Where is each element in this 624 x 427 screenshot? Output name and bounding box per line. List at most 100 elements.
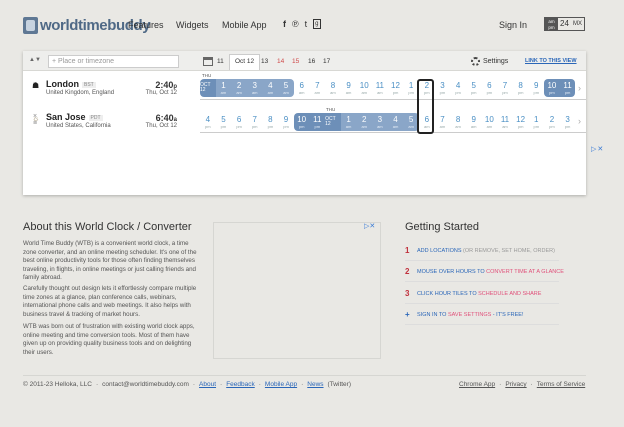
hour-meridiem: am	[298, 89, 305, 95]
calendar-icon[interactable]	[203, 57, 213, 66]
hour-cell[interactable]: 10 pm	[544, 79, 560, 97]
hour-meridiem: am	[439, 123, 446, 129]
hour-cell[interactable]: 9 pm	[528, 79, 544, 97]
day-tab[interactable]: 11	[217, 58, 224, 65]
link-to-view[interactable]: LINK TO THIS VIEW	[525, 58, 577, 64]
sort-icon[interactable]: ▲▼	[29, 57, 41, 63]
hour-meridiem: am	[361, 123, 367, 129]
hour-cell[interactable]: 11 am	[497, 113, 513, 131]
hour-cell[interactable]: 8 am	[450, 113, 466, 131]
day-tab[interactable]: 17	[323, 58, 330, 65]
pinterest-icon[interactable]: ℗	[292, 19, 299, 29]
hour-cell[interactable]: 7 am	[309, 79, 325, 97]
hour-cell[interactable]: 7 am	[435, 113, 451, 131]
hour-number: 7	[440, 114, 445, 124]
hour-number: 12	[516, 114, 526, 124]
about-paragraph: WTB was born out of frustration with exi…	[23, 323, 195, 356]
hour-meridiem: am	[408, 123, 414, 129]
about-paragraph: Carefully thought out design lets it eff…	[23, 285, 197, 318]
hour-cell[interactable]: 2 pm	[544, 113, 560, 131]
nav-features[interactable]: Features	[128, 20, 164, 30]
hour-cell[interactable]: 4 am	[387, 113, 404, 131]
hour-meridiem: pm	[533, 89, 540, 95]
hour-cell[interactable]: 5 pm	[466, 79, 482, 97]
hour-cell[interactable]: 9 am	[341, 79, 357, 97]
getting-started-item[interactable]: 2 Mouse over hours to convert time at a …	[405, 267, 564, 276]
hour-cell[interactable]: 1 am	[215, 79, 232, 97]
hour-cell[interactable]: 4 am	[262, 79, 279, 97]
contact-email[interactable]: contact@worldtimebuddy.com	[102, 381, 189, 388]
hour-cell[interactable]: 8 am	[325, 79, 341, 97]
hour-cell[interactable]: 6 pm	[482, 79, 498, 97]
day-tab-selected[interactable]: Oct 12	[229, 54, 261, 70]
day-tab[interactable]: 15	[292, 58, 299, 65]
hour-cell[interactable]: 6 pm	[231, 113, 247, 131]
hour-cell[interactable]: 8 pm	[263, 113, 279, 131]
footer-about-link[interactable]: About	[199, 381, 216, 388]
hour-number: 1	[408, 80, 414, 90]
day-tab[interactable]: 14	[277, 58, 284, 65]
facebook-icon[interactable]: f	[283, 19, 286, 29]
hour-cell[interactable]: 9 pm	[278, 113, 294, 131]
footer-chrome-link[interactable]: Chrome App	[459, 381, 495, 388]
hour-cell[interactable]: 1 pm	[528, 113, 544, 131]
chevron-right-icon[interactable]: ›	[578, 116, 581, 126]
hour-cell[interactable]: 10 pm	[293, 113, 310, 131]
hour-strip: OCT 12 1 am 2 am 3 am 4 am 5 am 6 am 7 am 8 am 9 am 10 am 11 a…	[200, 79, 576, 97]
hour-number: 11	[563, 80, 572, 90]
google-plus-icon[interactable]: g	[313, 19, 321, 29]
footer-news-link[interactable]: News	[307, 381, 323, 388]
hour-cell[interactable]: 3 am	[372, 113, 388, 131]
getting-started-item[interactable]: 3 Click hour tiles to schedule and share	[405, 289, 541, 298]
hour-cell[interactable]: 11 pm	[309, 113, 326, 131]
format-ampm-button[interactable]: am pm	[545, 18, 558, 30]
hour-cell[interactable]: 4 pm	[200, 113, 216, 131]
footer-tos-link[interactable]: Terms of Service	[537, 381, 585, 388]
day-tab[interactable]: 13	[261, 58, 268, 65]
footer-privacy-link[interactable]: Privacy	[505, 381, 526, 388]
hour-cell[interactable]: 4 pm	[450, 79, 466, 97]
settings-button[interactable]: Settings	[471, 57, 508, 66]
hour-cell[interactable]: 7 pm	[247, 113, 263, 131]
place-input[interactable]: + Place or timezone	[48, 55, 179, 68]
format-24-button[interactable]: 24	[558, 18, 571, 30]
hour-cell[interactable]: OCT 12	[325, 113, 341, 131]
hour-cell[interactable]: 5 pm	[216, 113, 232, 131]
footer-feedback-link[interactable]: Feedback	[226, 381, 255, 388]
hour-cell[interactable]: OCT 12	[200, 79, 216, 97]
hour-cell[interactable]: 11 pm	[559, 79, 576, 97]
getting-started-item[interactable]: + Sign in to save settings - it's free!	[405, 310, 524, 319]
current-time: 6:40a	[155, 113, 177, 123]
hour-cell[interactable]: 7 pm	[497, 79, 513, 97]
day-tab[interactable]: 16	[308, 58, 315, 65]
nav-widgets[interactable]: Widgets	[176, 20, 209, 30]
hour-cell[interactable]: 12 pm	[513, 113, 529, 131]
hour-cell[interactable]: 9 am	[466, 113, 482, 131]
twitter-icon[interactable]: t	[305, 19, 308, 29]
about-paragraph: World Time Buddy (WTB) is a convenient w…	[23, 240, 197, 281]
ad-choices-icon[interactable]: ▷✕	[591, 145, 604, 153]
footer-mobile-link[interactable]: Mobile App	[265, 381, 297, 388]
hour-meridiem: pm	[205, 123, 211, 129]
footer-twitter-link[interactable]: (Twitter)	[328, 381, 351, 388]
hour-cell[interactable]: 12 pm	[388, 79, 404, 97]
chevron-right-icon[interactable]: ›	[578, 83, 581, 93]
hour-cell[interactable]: 8 pm	[513, 79, 529, 97]
hour-cell[interactable]: 1 am	[340, 113, 357, 131]
format-mx-button[interactable]: MX	[571, 18, 584, 30]
getting-started-item[interactable]: 1 Add locations (or remove, set home, or…	[405, 246, 555, 255]
hour-cell[interactable]: 2 am	[356, 113, 373, 131]
signin-link[interactable]: Sign In	[499, 20, 527, 30]
hour-cell[interactable]: 6 am	[294, 79, 310, 97]
hour-cell[interactable]: 11 am	[372, 79, 388, 97]
hour-cell[interactable]: 3 pm	[435, 79, 451, 97]
hour-cell[interactable]: 10 am	[356, 79, 372, 97]
hour-cell[interactable]: 3 am	[246, 79, 263, 97]
hour-cell[interactable]: 5 am	[278, 79, 294, 97]
hour-number: 9	[283, 114, 289, 124]
hour-cell[interactable]: 3 pm	[560, 113, 576, 131]
nav-mobile-app[interactable]: Mobile App	[222, 20, 267, 30]
hour-cell[interactable]: 2 am	[231, 79, 247, 97]
ad-choices-icon[interactable]: ▷✕	[364, 222, 375, 230]
hour-cell[interactable]: 10 am	[482, 113, 498, 131]
